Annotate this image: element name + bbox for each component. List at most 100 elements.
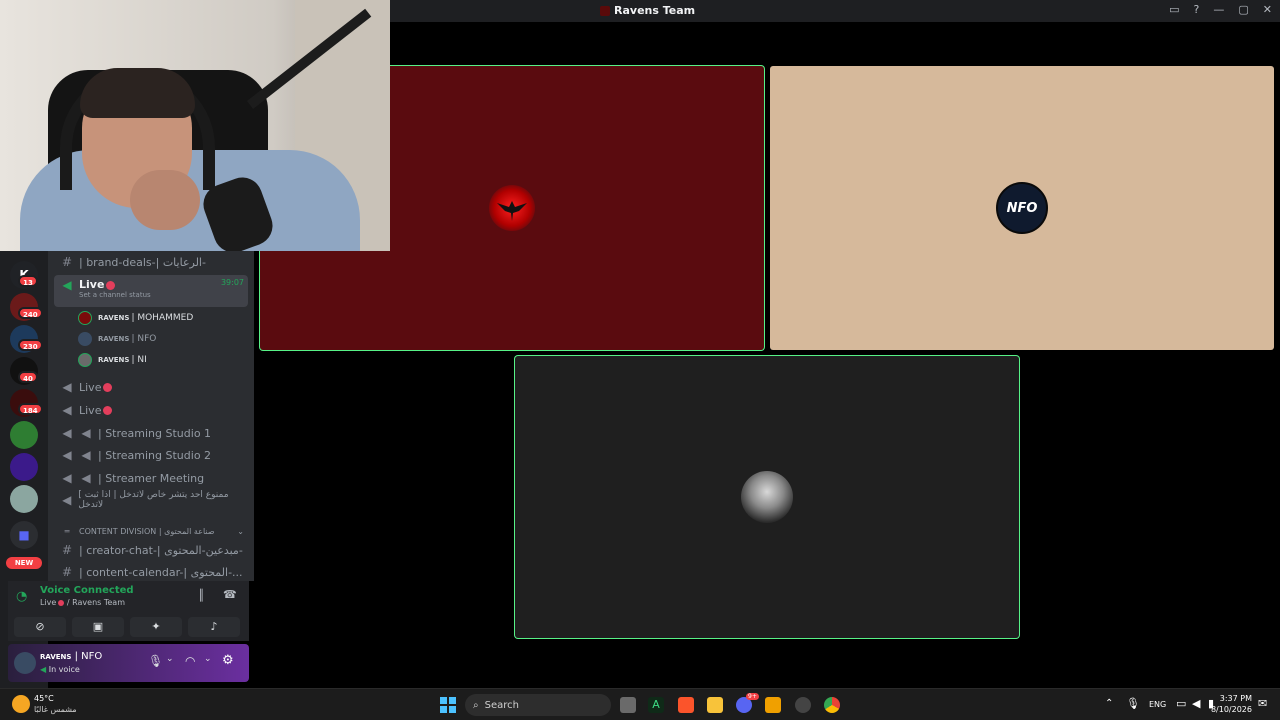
avatar <box>741 471 793 523</box>
voice-user-mohammed[interactable]: RAVENS | MOHAMMED <box>78 308 248 328</box>
unread-badge: 40 <box>18 371 38 383</box>
unread-badge: 184 <box>18 403 43 415</box>
volume-icon: ◀ <box>81 448 91 462</box>
hashtag-lock-icon: # <box>61 565 73 579</box>
live-indicator <box>106 280 116 290</box>
volume-icon: ◀ <box>81 426 91 440</box>
noise-suppression-icon[interactable]: ║ <box>198 589 205 602</box>
unread-badge: 230 <box>18 339 43 351</box>
taskbar: 45°C مشمس غالبًا ⌕ Search A 9+ ⌃ 🎙 ENG ▭… <box>0 688 1280 720</box>
volume-icon[interactable]: ◀ <box>1192 697 1200 710</box>
avatar <box>78 311 92 325</box>
server-icon[interactable] <box>10 485 38 513</box>
user-name: | NFO <box>131 334 157 344</box>
speaker-icon: ◀ <box>62 448 72 462</box>
app-icon[interactable] <box>795 697 811 713</box>
unread-badge: 13 <box>18 275 38 287</box>
hashtag-lock-icon: # <box>61 255 73 269</box>
channel-streaming-studio-2[interactable]: ◀ ◀ | Streaming Studio 2 <box>54 445 248 465</box>
raven-icon <box>497 201 527 221</box>
category-content-division[interactable]: ═ CONTENT DIVISION | صناعة المحتوى ⌄ <box>54 521 248 541</box>
microphone-icon[interactable]: 🎙 <box>1126 697 1140 710</box>
channel-live-3[interactable]: ◀ Live <box>54 400 248 420</box>
weather-temp[interactable]: 45°C <box>34 694 54 703</box>
language-indicator[interactable]: ENG <box>1149 700 1166 709</box>
webcam-overlay <box>0 0 390 251</box>
brave-browser-icon[interactable] <box>678 697 694 713</box>
search-icon: ⌕ <box>473 699 479 711</box>
channel-content-calendar[interactable]: # | content-calendar-| المحتوى-... <box>54 562 248 581</box>
task-view-icon[interactable] <box>620 697 636 713</box>
channel-streaming-studio-1[interactable]: ◀ ◀ | Streaming Studio 1 <box>54 423 248 443</box>
speaker-icon: ◀ <box>40 665 47 674</box>
avatar[interactable] <box>14 652 36 674</box>
channel-label: Live <box>79 278 105 291</box>
speaker-icon: ◀ <box>62 403 72 417</box>
headphones-icon[interactable]: ◠ <box>185 654 195 668</box>
soundboard-button[interactable]: ♪ <box>188 617 240 637</box>
voice-location[interactable]: Live / Ravens Team <box>40 598 125 607</box>
screen-share-button[interactable]: ▣ <box>72 617 124 637</box>
notification-icon[interactable]: ✉ <box>1258 697 1267 710</box>
channel-restricted[interactable]: ◀ [ ممنوع احد يتشر خاص لاتدخل | اذا ثبت … <box>54 490 248 510</box>
chevron-up-icon[interactable]: ⌃ <box>1105 698 1113 709</box>
category-label: CONTENT DIVISION | صناعة المحتوى <box>79 526 215 536</box>
clock-date[interactable]: 8/10/2026 <box>1210 705 1252 714</box>
video-tile-nfo[interactable]: NFO <box>770 66 1274 350</box>
speaker-icon: ◀ <box>62 493 72 507</box>
minimize-button[interactable]: — <box>1213 3 1224 16</box>
user-panel: RAVENS | NFO ◀ In voice 🎙 ⌄ ◠ ⌄ ⚙ <box>8 644 249 682</box>
channel-label: | Streaming Studio 1 <box>98 426 212 440</box>
speaker-icon: ◀ <box>62 380 72 394</box>
channel-live-2[interactable]: ◀ Live <box>54 377 248 397</box>
gear-icon[interactable]: ⚙ <box>222 653 234 668</box>
taskbar-search[interactable]: ⌕ Search <box>465 694 611 716</box>
server-icon[interactable] <box>10 421 38 449</box>
video-tile-ni[interactable] <box>515 356 1019 638</box>
weather-desc: مشمس غالبًا <box>34 705 77 714</box>
user-name: | MOHAMMED <box>131 313 194 323</box>
close-button[interactable]: ✕ <box>1263 3 1272 16</box>
microphone-icon[interactable]: 🎙 <box>148 654 163 668</box>
windows-start-icon[interactable] <box>440 697 456 713</box>
inbox-icon[interactable]: ▭ <box>1169 3 1179 16</box>
channel-label: | content-calendar-| المحتوى-... <box>79 565 243 579</box>
activities-button[interactable]: ✦ <box>130 617 182 637</box>
channel-label: Live <box>79 403 102 417</box>
chrome-icon[interactable] <box>824 697 840 713</box>
chevron-down-icon: ⌄ <box>237 526 244 536</box>
window-title: Ravens Team <box>600 4 695 17</box>
chevron-down-icon[interactable]: ⌄ <box>166 654 174 664</box>
signal-icon[interactable]: ◔ <box>16 589 27 604</box>
user-status: ◀ In voice <box>40 665 80 674</box>
clock-time[interactable]: 3:37 PM <box>1216 694 1252 703</box>
maximize-button[interactable]: ▢ <box>1238 3 1248 16</box>
user-name[interactable]: RAVENS | NFO <box>40 651 102 662</box>
channel-list: # | brand-deals-| الرعايات- ◀ Live 39:07… <box>48 251 254 581</box>
voice-user-nfo[interactable]: RAVENS | NFO <box>78 329 248 349</box>
server-icon[interactable] <box>10 453 38 481</box>
camera-off-button[interactable]: ⊘ <box>14 617 66 637</box>
channel-label: | Streamer Meeting <box>98 471 205 485</box>
voice-user-ni[interactable]: RAVENS | NI <box>78 350 248 370</box>
app-icon[interactable] <box>765 697 781 713</box>
disconnect-icon[interactable]: ☎ <box>223 588 237 601</box>
channel-label: | brand-deals-| الرعايات- <box>79 255 206 269</box>
category-bar-icon: ═ <box>64 526 70 536</box>
help-icon[interactable]: ? <box>1194 3 1200 16</box>
weather-icon[interactable] <box>12 695 30 713</box>
app-icon[interactable]: A <box>648 697 664 713</box>
search-label: Search <box>484 699 519 711</box>
channel-brand-deals[interactable]: # | brand-deals-| الرعايات- <box>54 252 248 272</box>
network-icon[interactable]: ▭ <box>1176 697 1186 710</box>
avatar: NFO <box>996 182 1048 234</box>
channel-status[interactable]: Set a channel status <box>79 291 248 299</box>
live-indicator <box>103 406 113 415</box>
new-badge: NEW <box>6 557 42 569</box>
channel-streamer-meeting[interactable]: ◀ ◀ | Streamer Meeting <box>54 468 248 488</box>
folder-icon[interactable]: ■ <box>10 521 38 549</box>
channel-creator-chat[interactable]: # | creator-chat-| مبدعين-المحتوى- <box>54 540 248 560</box>
channel-live-active[interactable]: ◀ Live 39:07 Set a channel status <box>54 275 248 307</box>
file-explorer-icon[interactable] <box>707 697 723 713</box>
chevron-down-icon[interactable]: ⌄ <box>204 654 212 664</box>
